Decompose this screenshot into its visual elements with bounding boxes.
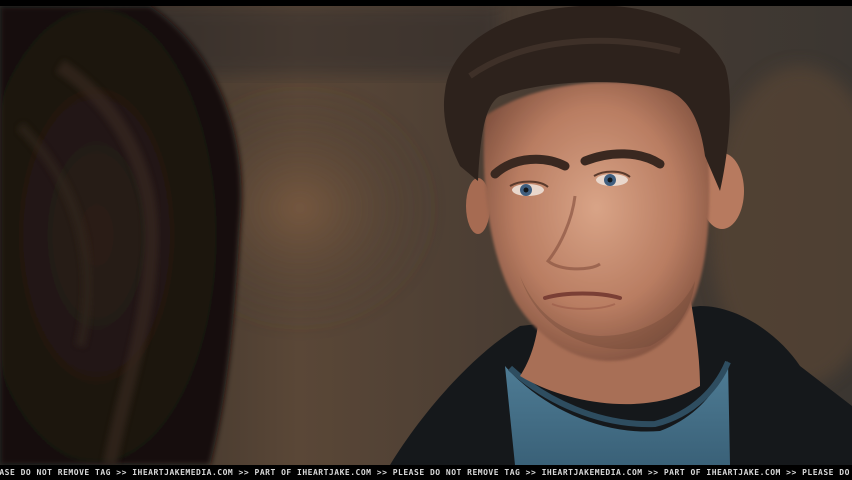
video-frame: EASE DO NOT REMOVE TAG >> IHEARTJAKEMEDI… [0, 0, 852, 480]
film-still-photo [0, 6, 852, 465]
watermark-bar: EASE DO NOT REMOVE TAG >> IHEARTJAKEMEDI… [0, 466, 852, 480]
watermark-text: EASE DO NOT REMOVE TAG >> IHEARTJAKEMEDI… [0, 468, 852, 477]
photo-illustration [0, 6, 852, 465]
